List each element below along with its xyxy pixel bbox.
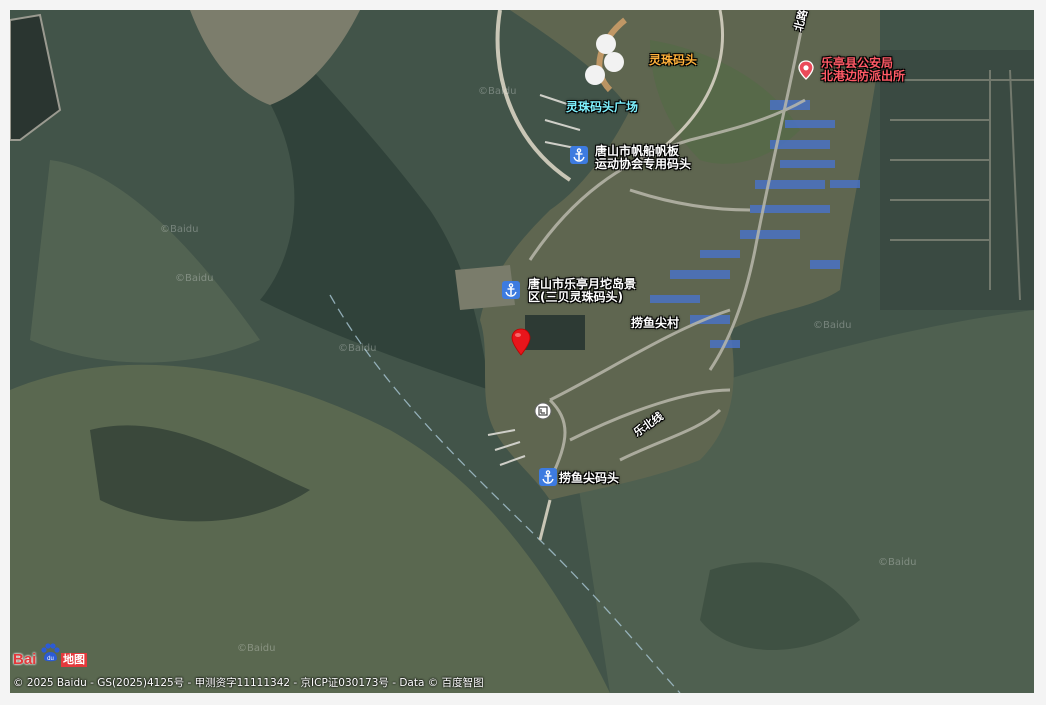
place-label-lingzhu-pier[interactable]: 灵珠码头	[649, 54, 697, 67]
place-label-line: 运动协会专用码头	[595, 157, 692, 171]
logo-wordmark-du: du	[47, 656, 54, 662]
place-label-police-station[interactable]: 乐亭县公安局 北港边防派出所	[821, 57, 905, 83]
anchor-icon[interactable]	[570, 146, 588, 164]
place-label-sailing-pier[interactable]: 唐山市帆船帆板 运动协会专用码头	[595, 145, 691, 171]
place-label-village[interactable]: 捞鱼尖村	[631, 317, 679, 330]
watermark: ©Baidu	[160, 224, 199, 235]
red-location-marker-icon[interactable]	[510, 328, 532, 356]
logo-wordmark-bai: Bai	[13, 651, 37, 668]
info-sign-icon[interactable]	[534, 402, 552, 420]
anchor-icon[interactable]	[539, 468, 557, 486]
watermark: ©Baidu	[478, 86, 517, 97]
place-label-lingzhu-square[interactable]: 灵珠码头广场	[566, 101, 638, 114]
anchor-icon[interactable]	[502, 281, 520, 299]
watermark: ©Baidu	[237, 643, 276, 654]
place-label-line: 北港边防派出所	[821, 69, 906, 83]
watermark: ©Baidu	[338, 343, 377, 354]
baidu-logo[interactable]: Bai du 地图	[13, 643, 87, 669]
place-label-scenic-area[interactable]: 唐山市乐亭月坨岛景 区(三贝灵珠码头)	[528, 278, 636, 304]
map-canvas[interactable]: ©Baidu ©Baidu ©Baidu ©Baidu ©Baidu ©Baid…	[10, 10, 1034, 693]
watermark: ©Baidu	[175, 273, 214, 284]
copyright-notice: © 2025 Baidu - GS(2025)4125号 - 甲测资字11111…	[13, 677, 484, 689]
watermark: ©Baidu	[878, 557, 917, 568]
map-pin-icon[interactable]	[797, 60, 815, 80]
paw-icon: du	[41, 643, 60, 662]
place-label-line: 区(三贝灵珠码头)	[528, 290, 623, 304]
logo-wordmark-cn: 地图	[61, 653, 87, 667]
watermark: ©Baidu	[813, 320, 852, 331]
place-label-laoyujian-pier[interactable]: 捞鱼尖码头	[559, 472, 619, 485]
